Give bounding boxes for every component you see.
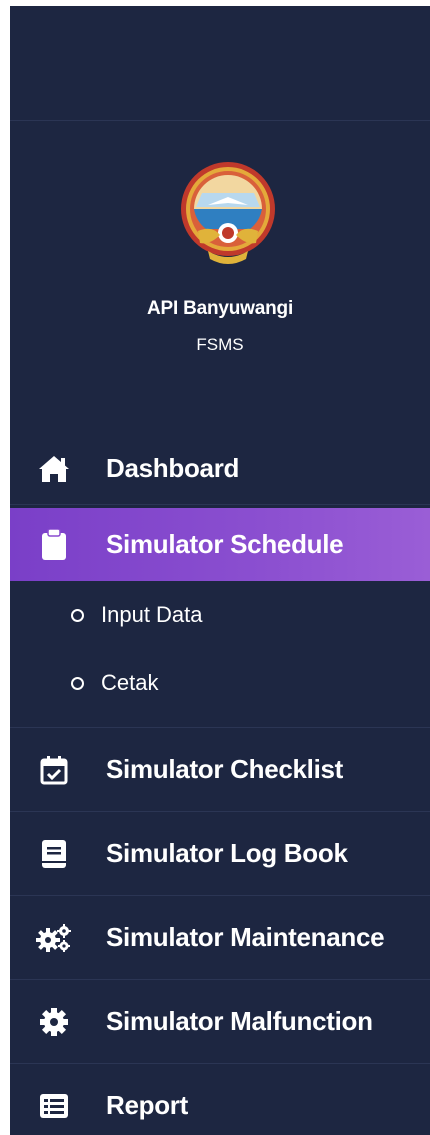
submenu-item-label: Cetak (101, 670, 159, 695)
app-name: FSMS (196, 335, 244, 354)
submenu-item-label: Input Data (101, 602, 203, 627)
submenu-item-input-data[interactable]: Input Data (10, 581, 430, 649)
circle-icon (71, 676, 84, 690)
nav-item-simulator-malfunction[interactable]: Simulator Malfunction (10, 980, 430, 1064)
nav-item-label: Simulator Checklist (106, 754, 344, 784)
cogs-icon (36, 920, 72, 956)
nav-item-simulator-schedule[interactable]: Simulator Schedule (10, 508, 430, 581)
clipboard-icon (36, 527, 72, 563)
book-icon (36, 836, 72, 872)
nav-item-label: Simulator Maintenance (106, 922, 385, 952)
nav-item-label: Report (106, 1090, 188, 1120)
sidebar-header (10, 6, 430, 121)
institution-name: API Banyuwangi (146, 298, 294, 319)
circle-icon (71, 608, 84, 622)
home-icon (36, 451, 72, 487)
nav-item-label: Dashboard (106, 453, 240, 483)
nav-item-report[interactable]: Report (10, 1064, 430, 1135)
list-icon (36, 1088, 72, 1124)
nav-item-simulator-log-book[interactable]: Simulator Log Book (10, 812, 430, 896)
nav-item-simulator-maintenance[interactable]: Simulator Maintenance (10, 896, 430, 980)
nav-item-dashboard[interactable]: Dashboard (10, 433, 430, 505)
gear-icon (36, 1004, 72, 1040)
nav-item-label: Simulator Log Book (106, 838, 348, 868)
nav-item-label: Simulator Malfunction (106, 1006, 373, 1036)
institution-logo (178, 159, 278, 271)
calendar-check-icon (36, 752, 72, 788)
schedule-submenu: Input Data Cetak (10, 581, 430, 728)
user-profile: API Banyuwangi FSMS (10, 121, 430, 433)
submenu-item-cetak[interactable]: Cetak (10, 649, 430, 717)
sidebar: API Banyuwangi FSMS Dashboard Simulator … (10, 6, 430, 1135)
nav-item-label: Simulator Schedule (106, 529, 344, 559)
nav-item-simulator-checklist[interactable]: Simulator Checklist (10, 728, 430, 812)
